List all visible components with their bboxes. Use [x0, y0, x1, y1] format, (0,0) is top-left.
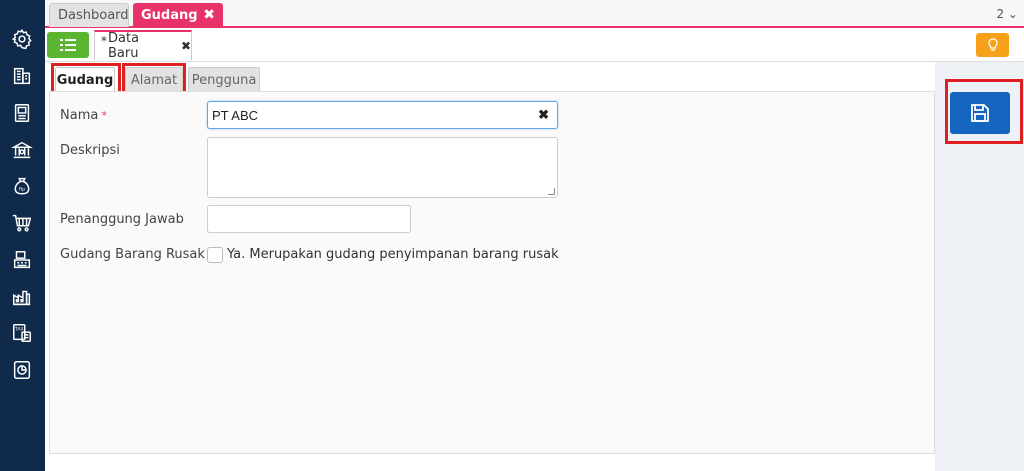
tab-gudang-label: Gudang — [141, 7, 198, 23]
modified-marker: * — [101, 34, 107, 48]
tab-pengguna[interactable]: Pengguna — [188, 67, 260, 92]
content-pane: * Data Baru ✖ Gudang Alamat Pengguna Nam… — [45, 28, 1024, 471]
nav-building-icon[interactable] — [9, 63, 35, 89]
tab-counter-dropdown[interactable]: 2 ⌄ — [996, 7, 1018, 21]
highlight-box-save-button — [945, 79, 1023, 144]
nav-book-icon[interactable] — [9, 100, 35, 126]
deskripsi-label: Deskripsi — [60, 143, 120, 158]
lightbulb-icon — [987, 38, 998, 51]
nama-input-value: PT ABC — [212, 107, 259, 123]
resize-handle-icon[interactable] — [548, 188, 555, 195]
nama-label: Nama * — [60, 108, 107, 123]
tab-data-baru-label: Data Baru — [108, 31, 140, 61]
nav-cashier-icon[interactable] — [9, 247, 35, 273]
nav-money-bag-icon[interactable]: Rp — [9, 173, 35, 199]
form-panel: Nama * PT ABC ✖ Deskripsi Penanggung Jawa… — [49, 91, 935, 454]
nav-bank-icon[interactable] — [9, 137, 35, 163]
svg-text:TAX: TAX — [14, 326, 24, 332]
tab-gudang[interactable]: Gudang ✖ — [133, 3, 223, 27]
svg-text:Rp: Rp — [19, 187, 25, 193]
list-view-button[interactable] — [47, 32, 89, 58]
nav-tax-calculator-icon[interactable]: TAX — [9, 320, 35, 346]
side-navigation: Rp TAX — [0, 0, 45, 471]
gudang-rusak-label: Gudang Barang Rusak — [60, 247, 205, 262]
nav-gear-icon[interactable] — [9, 26, 35, 52]
gudang-rusak-checkbox[interactable] — [207, 247, 223, 263]
record-tab-bar: * Data Baru ✖ — [45, 28, 1024, 62]
clear-nama-icon[interactable]: ✖ — [538, 107, 549, 123]
tab-dashboard-label: Dashboard — [58, 8, 129, 23]
required-marker: * — [101, 109, 107, 122]
nav-cart-icon[interactable] — [9, 210, 35, 236]
nav-report-chart-icon[interactable] — [9, 357, 35, 383]
nama-input[interactable]: PT ABC ✖ — [207, 101, 558, 129]
tab-data-baru-close-icon[interactable]: ✖ — [181, 39, 191, 53]
penanggung-jawab-label: Penanggung Jawab — [60, 212, 184, 227]
tips-button[interactable] — [976, 33, 1009, 57]
form-area: Gudang Alamat Pengguna Nama * PT ABC ✖ De… — [49, 63, 935, 454]
list-icon — [60, 39, 76, 51]
tab-dashboard[interactable]: Dashboard — [49, 3, 129, 27]
gudang-rusak-checkbox-label[interactable]: Ya. Merupakan gudang penyimpanan barang … — [227, 247, 559, 262]
main-tab-bar: Dashboard Gudang ✖ 2 ⌄ — [45, 0, 1024, 28]
deskripsi-textarea[interactable] — [207, 137, 558, 198]
tab-gudang-close-icon[interactable]: ✖ — [203, 7, 215, 23]
nav-factory-icon[interactable] — [9, 284, 35, 310]
tab-data-baru[interactable]: * Data Baru ✖ — [94, 30, 192, 61]
penanggung-jawab-input[interactable] — [207, 205, 411, 233]
